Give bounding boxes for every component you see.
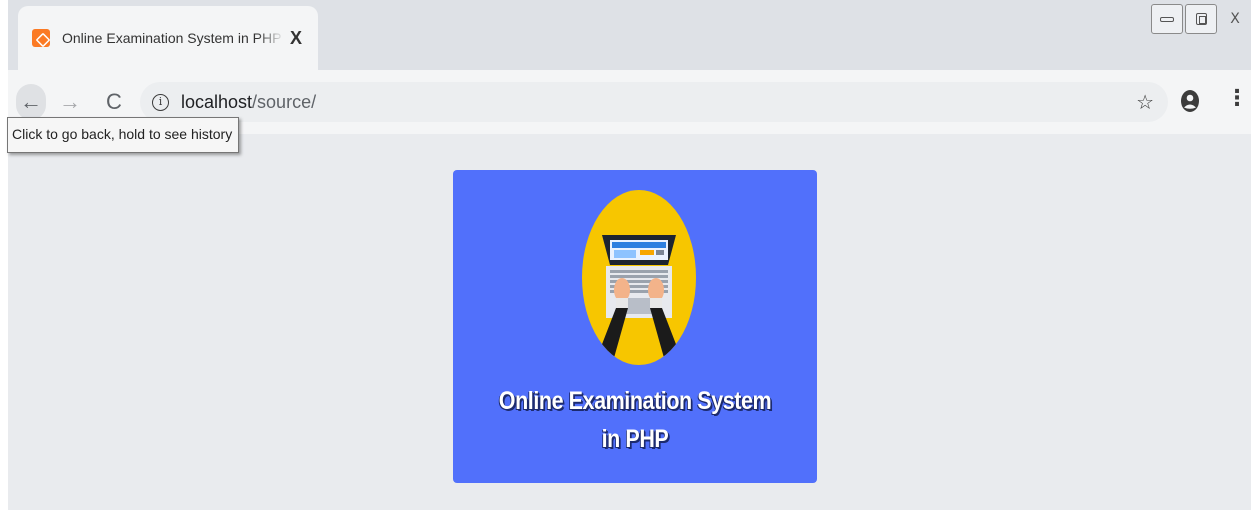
url-path: /source/ bbox=[252, 91, 317, 112]
address-bar[interactable]: i localhost/source/ ☆ bbox=[140, 82, 1168, 122]
info-icon[interactable]: i bbox=[152, 93, 169, 111]
tab-strip: Online Examination System in PHP X X bbox=[8, 0, 1251, 70]
bookmark-star-icon[interactable]: ☆ bbox=[1136, 90, 1154, 115]
hero-title-line1: Online Examination System bbox=[498, 387, 772, 415]
profile-icon[interactable] bbox=[1180, 89, 1200, 113]
minimize-icon bbox=[1160, 16, 1174, 22]
page-viewport: Online Examination System in PHP bbox=[8, 134, 1251, 510]
hero-title: Online Examination System in PHP bbox=[478, 382, 791, 458]
hero-circle bbox=[582, 190, 696, 365]
restore-button[interactable] bbox=[1185, 4, 1217, 34]
forward-button[interactable]: → bbox=[56, 88, 84, 116]
restore-icon bbox=[1195, 13, 1207, 25]
tab-close-button[interactable]: X bbox=[290, 29, 302, 47]
tab-title: Online Examination System in PHP bbox=[62, 30, 282, 46]
close-window-button[interactable]: X bbox=[1219, 4, 1251, 34]
back-button[interactable]: ← bbox=[16, 84, 46, 120]
url-host: localhost bbox=[181, 91, 253, 112]
active-tab[interactable]: Online Examination System in PHP X bbox=[18, 6, 318, 70]
back-button-tooltip: Click to go back, hold to see history bbox=[7, 117, 240, 153]
menu-icon[interactable]: ⋮ bbox=[1226, 87, 1248, 109]
window-controls: X bbox=[1149, 0, 1251, 36]
browser-window: Online Examination System in PHP X X ← →… bbox=[0, 0, 1251, 510]
laptop-typing-illustration bbox=[594, 235, 684, 365]
xampp-icon bbox=[32, 29, 50, 47]
hero-banner: Online Examination System in PHP bbox=[453, 170, 817, 483]
reload-button[interactable]: C bbox=[100, 88, 128, 116]
hero-title-line2: in PHP bbox=[601, 425, 669, 453]
minimize-button[interactable] bbox=[1151, 4, 1183, 34]
url-text[interactable]: localhost/source/ bbox=[181, 92, 316, 113]
